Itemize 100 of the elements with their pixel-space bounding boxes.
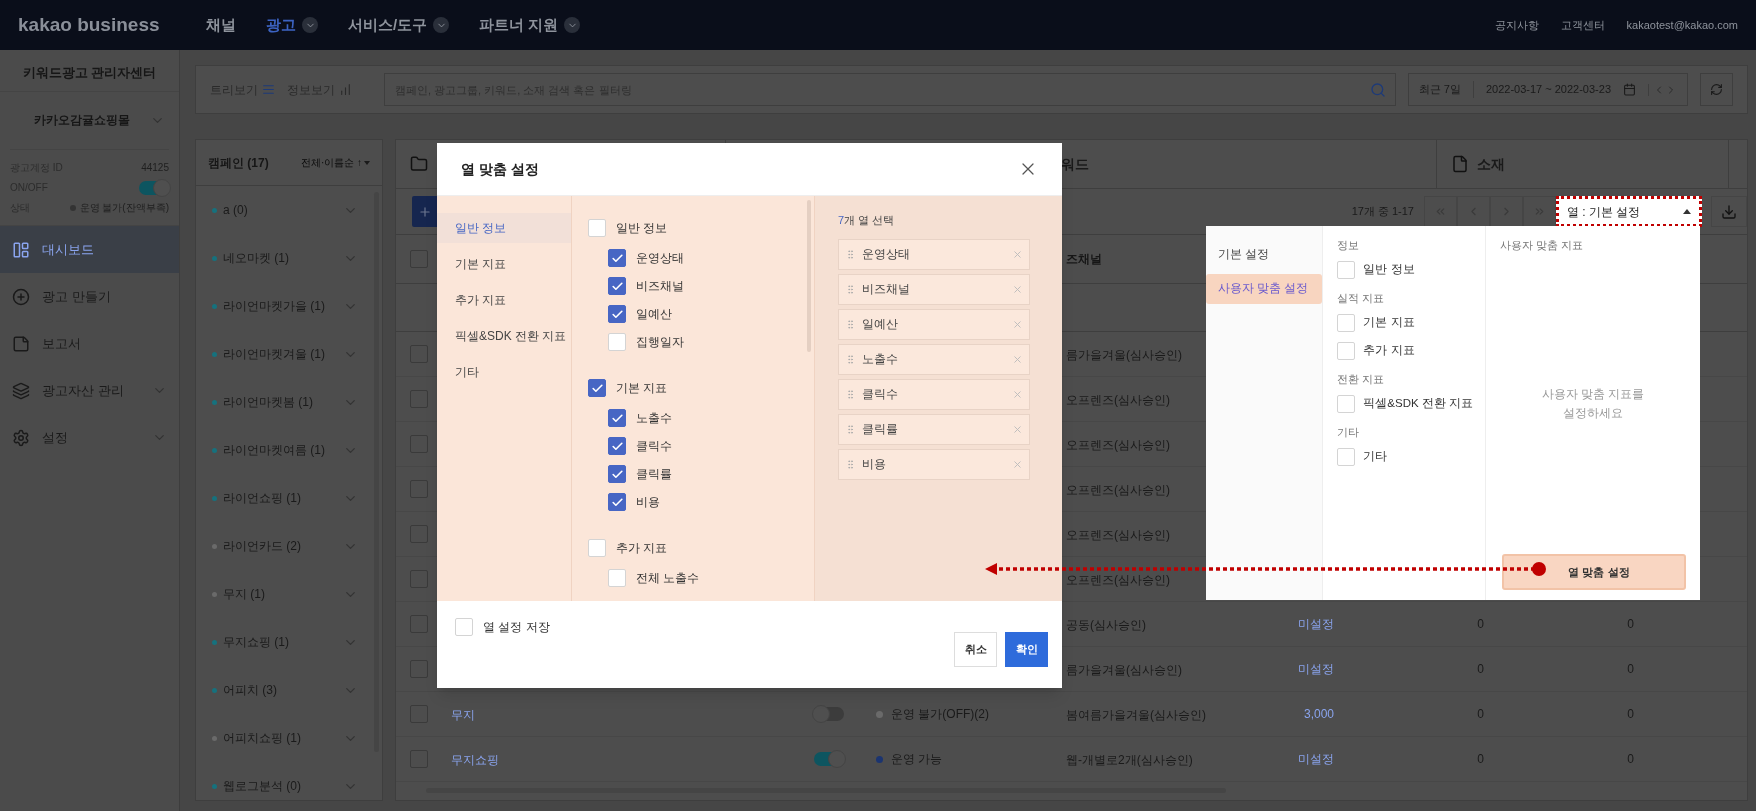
confirm-button[interactable]: 확인 bbox=[1005, 632, 1048, 667]
search-icon[interactable] bbox=[1369, 81, 1386, 98]
category-tab[interactable]: 기타 bbox=[437, 357, 571, 387]
preset-option[interactable]: 사용자 맞춤 설정 bbox=[1206, 274, 1323, 304]
column-dropdown[interactable]: 열 : 기본 설정 bbox=[1556, 196, 1702, 227]
remove-icon[interactable] bbox=[1012, 388, 1023, 400]
remove-icon[interactable] bbox=[1012, 353, 1023, 365]
nav-item[interactable]: 대시보드 bbox=[0, 226, 179, 273]
nav-link[interactable]: 파트너 지원 bbox=[479, 13, 559, 37]
remove-icon[interactable] bbox=[1012, 283, 1023, 295]
check-icon bbox=[610, 467, 624, 481]
remove-icon[interactable] bbox=[1012, 423, 1023, 435]
document-icon bbox=[1451, 155, 1469, 173]
section-title: 기타 bbox=[1337, 425, 1361, 440]
checkbox-label: 열 설정 저장 bbox=[483, 619, 550, 636]
chevron-icon[interactable] bbox=[433, 17, 450, 33]
nav-link[interactable]: 서비스/도구 bbox=[348, 13, 428, 37]
checkbox-label: 기본 지표 bbox=[1363, 315, 1415, 331]
download-icon bbox=[1721, 203, 1737, 220]
cancel-button[interactable]: 취소 bbox=[954, 632, 997, 667]
checkbox-label: 일예산 bbox=[636, 306, 672, 323]
budget-link[interactable]: 미설정 bbox=[1298, 660, 1334, 678]
drag-handle-icon[interactable] bbox=[845, 248, 856, 260]
category-tab[interactable]: 일반 정보 bbox=[437, 213, 571, 243]
checkbox[interactable] bbox=[608, 249, 626, 267]
add-button[interactable] bbox=[412, 196, 438, 227]
campaign-link[interactable]: 무지쇼핑 bbox=[451, 753, 499, 767]
drag-handle-icon[interactable] bbox=[845, 458, 856, 470]
layers-icon bbox=[12, 381, 30, 400]
chevron-icon[interactable] bbox=[302, 17, 318, 33]
checkbox[interactable] bbox=[608, 437, 626, 455]
checkbox[interactable] bbox=[608, 409, 626, 427]
document-icon bbox=[12, 334, 30, 353]
selected-column-chip[interactable]: 비즈채널 bbox=[838, 273, 1030, 305]
checkbox-label: 기본 지표 bbox=[616, 380, 668, 397]
download-button[interactable] bbox=[1711, 196, 1747, 227]
remove-icon[interactable] bbox=[1012, 248, 1023, 260]
logo[interactable]: kakao business bbox=[18, 10, 196, 40]
remove-icon[interactable] bbox=[1012, 458, 1023, 470]
column-header: 즈채널 bbox=[1065, 251, 1102, 268]
check-icon bbox=[610, 439, 624, 453]
check-icon bbox=[610, 307, 624, 321]
toggle-switch[interactable] bbox=[139, 180, 169, 195]
section-title: 전환 지표 bbox=[1337, 372, 1386, 387]
selected-column-chip[interactable]: 일예산 bbox=[838, 308, 1030, 340]
category-tab[interactable]: 추가 지표 bbox=[437, 285, 571, 315]
sort-dropdown[interactable]: 전체·이름순 ↑ bbox=[300, 155, 370, 170]
checkbox-label: 클릭률 bbox=[636, 466, 672, 483]
column-settings-button[interactable]: 열 맞춤 설정 bbox=[1502, 554, 1686, 590]
checkbox[interactable] bbox=[608, 465, 626, 483]
selected-column-chip[interactable]: 운영상태 bbox=[838, 238, 1030, 270]
refresh-button[interactable] bbox=[1700, 73, 1733, 106]
checkbox-label: 운영상태 bbox=[636, 250, 684, 267]
drag-handle-icon[interactable] bbox=[845, 353, 856, 365]
dialog-title: 열 맞춤 설정 bbox=[461, 159, 539, 179]
drag-handle-icon[interactable] bbox=[845, 388, 856, 400]
drag-handle-icon[interactable] bbox=[845, 283, 856, 295]
panel-title: 캠페인 (17) bbox=[208, 154, 269, 172]
header-link[interactable]: 고객센터 bbox=[1560, 16, 1605, 34]
empty-message: 사용자 맞춤 지표를 설정하세요 bbox=[1540, 385, 1646, 422]
section-title: 실적 지표 bbox=[1337, 291, 1386, 306]
campaign-link[interactable]: 무지 bbox=[451, 708, 475, 722]
plus-icon bbox=[418, 204, 432, 219]
checkbox[interactable] bbox=[608, 493, 626, 511]
caret-icon bbox=[1683, 209, 1691, 214]
checkbox-label: 집행일자 bbox=[636, 334, 684, 351]
checkbox[interactable] bbox=[608, 277, 626, 295]
chevron-icon[interactable] bbox=[564, 17, 581, 33]
category-tab[interactable]: 기본 지표 bbox=[437, 249, 571, 279]
checkbox-label: 노출수 bbox=[636, 410, 672, 427]
checkbox-label: 일반 정보 bbox=[1363, 262, 1415, 278]
list-icon bbox=[262, 83, 275, 96]
settings-icon bbox=[12, 428, 30, 447]
nav-link[interactable]: 채널 bbox=[206, 13, 236, 37]
budget-link[interactable]: 미설정 bbox=[1298, 615, 1334, 633]
selected-column-chip[interactable]: 비용 bbox=[838, 448, 1030, 480]
budget-link[interactable]: 미설정 bbox=[1298, 750, 1334, 768]
check-icon bbox=[610, 279, 624, 293]
budget-link[interactable]: 3,000 bbox=[1303, 705, 1334, 723]
selected-column-chip[interactable]: 클릭수 bbox=[838, 378, 1030, 410]
header-link[interactable]: kakaotest@kakao.com bbox=[1626, 16, 1738, 34]
drag-handle-icon[interactable] bbox=[845, 318, 856, 330]
remove-icon[interactable] bbox=[1012, 318, 1023, 330]
selected-column-chip[interactable]: 클릭률 bbox=[838, 413, 1030, 445]
selected-count: 7개 열 선택 bbox=[838, 213, 896, 228]
checkbox-label: 비용 bbox=[636, 494, 660, 511]
header-link[interactable]: 공지사항 bbox=[1494, 16, 1539, 34]
checkbox[interactable] bbox=[588, 379, 606, 397]
category-tab[interactable]: 픽셀&SDK 전환 지표 bbox=[437, 321, 571, 351]
check-icon bbox=[610, 251, 624, 265]
dashboard-icon bbox=[12, 240, 30, 259]
preset-option[interactable]: 기본 설정 bbox=[1206, 240, 1323, 270]
nav-link[interactable]: 광고 bbox=[266, 13, 296, 37]
selected-column-chip[interactable]: 노출수 bbox=[838, 343, 1030, 375]
checkbox[interactable] bbox=[608, 305, 626, 323]
caret-icon bbox=[364, 160, 370, 165]
toggle-switch[interactable] bbox=[813, 752, 844, 766]
drag-handle-icon[interactable] bbox=[845, 423, 856, 435]
checkbox-label: 추가 지표 bbox=[1363, 343, 1415, 359]
check-icon bbox=[610, 411, 624, 425]
